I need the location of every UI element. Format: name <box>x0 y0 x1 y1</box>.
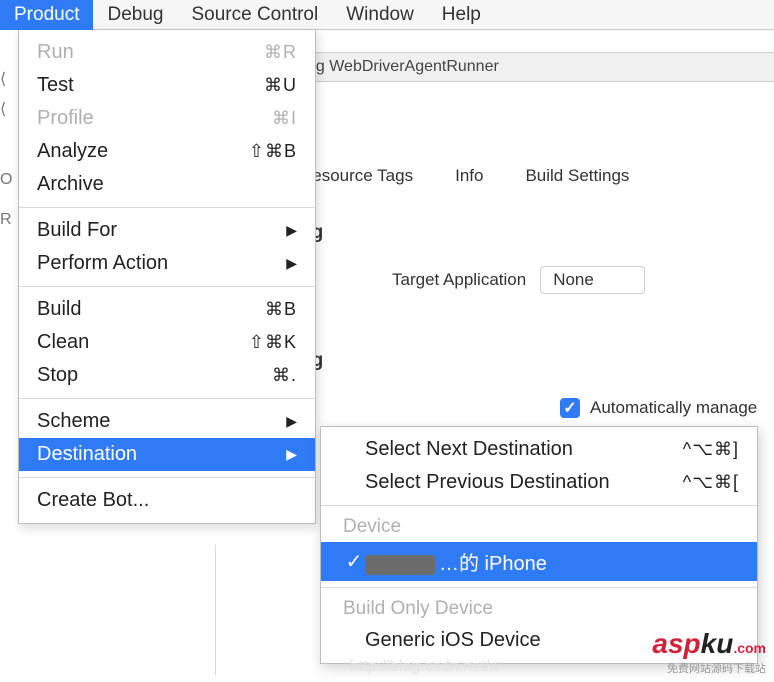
activity-runner-bar: ng WebDriverAgentRunner <box>300 52 774 82</box>
sub-item-select-prev-shortcut: ^⌥⌘[ <box>683 472 739 493</box>
menu-item-scheme[interactable]: Scheme ▶ <box>19 405 315 438</box>
menu-item-create-bot[interactable]: Create Bot... <box>19 484 315 517</box>
watermark-brand: aspku.com 免费网站源码下载站 <box>652 628 766 676</box>
menu-item-analyze-shortcut: ⇧⌘B <box>249 141 297 162</box>
redacted-name <box>365 555 435 575</box>
chevron-right-icon: ▶ <box>286 446 297 463</box>
menu-separator <box>19 477 315 478</box>
menu-item-run-label: Run <box>37 41 74 64</box>
sub-item-select-prev-label: Select Previous Destination <box>365 471 683 494</box>
checkmark-icon: ✓ <box>343 549 365 574</box>
menu-separator <box>321 587 757 588</box>
menu-item-run-shortcut: ⌘R <box>264 42 297 63</box>
chevron-right-icon: ▶ <box>286 255 297 272</box>
tab-resource-tags[interactable]: Resource Tags <box>300 166 413 194</box>
menu-separator <box>19 286 315 287</box>
menubar: Product Debug Source Control Window Help <box>0 0 774 30</box>
tab-build-settings[interactable]: Build Settings <box>525 166 629 194</box>
menu-separator <box>19 207 315 208</box>
sub-item-select-next[interactable]: Select Next Destination ^⌥⌘] <box>321 433 757 466</box>
menu-item-test-shortcut: ⌘U <box>264 75 297 96</box>
menu-item-build[interactable]: Build ⌘B <box>19 293 315 326</box>
chevron-right-icon: ▶ <box>286 222 297 239</box>
menu-help[interactable]: Help <box>428 0 495 30</box>
menu-source-control[interactable]: Source Control <box>177 0 332 30</box>
menu-item-build-for[interactable]: Build For ▶ <box>19 214 315 247</box>
menu-separator <box>19 398 315 399</box>
menu-item-build-for-label: Build For <box>37 219 117 242</box>
watermark-tagline: 免费网站源码下载站 <box>667 663 766 675</box>
menu-item-stop-shortcut: ⌘. <box>272 365 297 386</box>
target-application-row: Target Application None <box>392 266 645 294</box>
menu-item-archive-label: Archive <box>37 173 104 196</box>
menu-item-perform-action-label: Perform Action <box>37 252 168 275</box>
menu-product[interactable]: Product <box>0 0 93 30</box>
menu-item-clean-label: Clean <box>37 331 89 354</box>
sub-item-device-iphone[interactable]: ✓ …的 iPhone <box>321 542 757 581</box>
product-menu-dropdown: Run ⌘R Test ⌘U Profile ⌘I Analyze ⇧⌘B Ar… <box>18 30 316 524</box>
editor-tabs: Resource Tags Info Build Settings <box>300 166 774 194</box>
chevron-right-icon: ▶ <box>286 413 297 430</box>
target-application-label: Target Application <box>392 270 526 290</box>
menu-item-clean-shortcut: ⇧⌘K <box>249 332 297 353</box>
menu-debug[interactable]: Debug <box>93 0 177 30</box>
sub-item-select-prev[interactable]: Select Previous Destination ^⌥⌘[ <box>321 466 757 499</box>
side-panel-edge <box>18 545 216 675</box>
menu-separator <box>321 505 757 506</box>
menu-item-profile-shortcut: ⌘I <box>272 108 297 129</box>
sub-item-select-next-shortcut: ^⌥⌘] <box>683 439 739 460</box>
auto-signing-checkbox[interactable]: ✓ <box>560 398 580 418</box>
tab-info[interactable]: Info <box>455 166 483 194</box>
menu-item-build-shortcut: ⌘B <box>265 299 297 320</box>
menu-item-stop-label: Stop <box>37 364 78 387</box>
runner-text: ng WebDriverAgentRunner <box>307 58 499 76</box>
menu-item-profile-label: Profile <box>37 107 94 130</box>
menu-item-test[interactable]: Test ⌘U <box>19 69 315 102</box>
menu-item-destination[interactable]: Destination ▶ <box>19 438 315 471</box>
auto-signing-row: ✓ Automatically manage <box>560 398 757 418</box>
menu-item-perform-action[interactable]: Perform Action ▶ <box>19 247 315 280</box>
sub-item-select-next-label: Select Next Destination <box>365 438 683 461</box>
sub-header-device: Device <box>321 512 757 542</box>
menu-item-clean[interactable]: Clean ⇧⌘K <box>19 326 315 359</box>
menu-item-scheme-label: Scheme <box>37 410 110 433</box>
menu-window[interactable]: Window <box>332 0 428 30</box>
menu-item-destination-label: Destination <box>37 443 137 466</box>
menu-item-profile[interactable]: Profile ⌘I <box>19 102 315 135</box>
menu-item-archive[interactable]: Archive <box>19 168 315 201</box>
menu-item-analyze[interactable]: Analyze ⇧⌘B <box>19 135 315 168</box>
menu-item-stop[interactable]: Stop ⌘. <box>19 359 315 392</box>
menu-item-run[interactable]: Run ⌘R <box>19 36 315 69</box>
menu-item-test-label: Test <box>37 74 74 97</box>
menu-item-build-label: Build <box>37 298 81 321</box>
auto-signing-label: Automatically manage <box>590 398 757 418</box>
menu-item-create-bot-label: Create Bot... <box>37 489 149 512</box>
watermark-url: http://blog.csdn.net/x <box>350 658 498 676</box>
left-toolbar: ⟨⟨OR <box>0 30 18 540</box>
target-application-select[interactable]: None <box>540 266 645 294</box>
menu-item-analyze-label: Analyze <box>37 140 108 163</box>
sub-item-device-iphone-label: …的 iPhone <box>365 547 739 576</box>
sub-header-build-only: Build Only Device <box>321 594 757 624</box>
